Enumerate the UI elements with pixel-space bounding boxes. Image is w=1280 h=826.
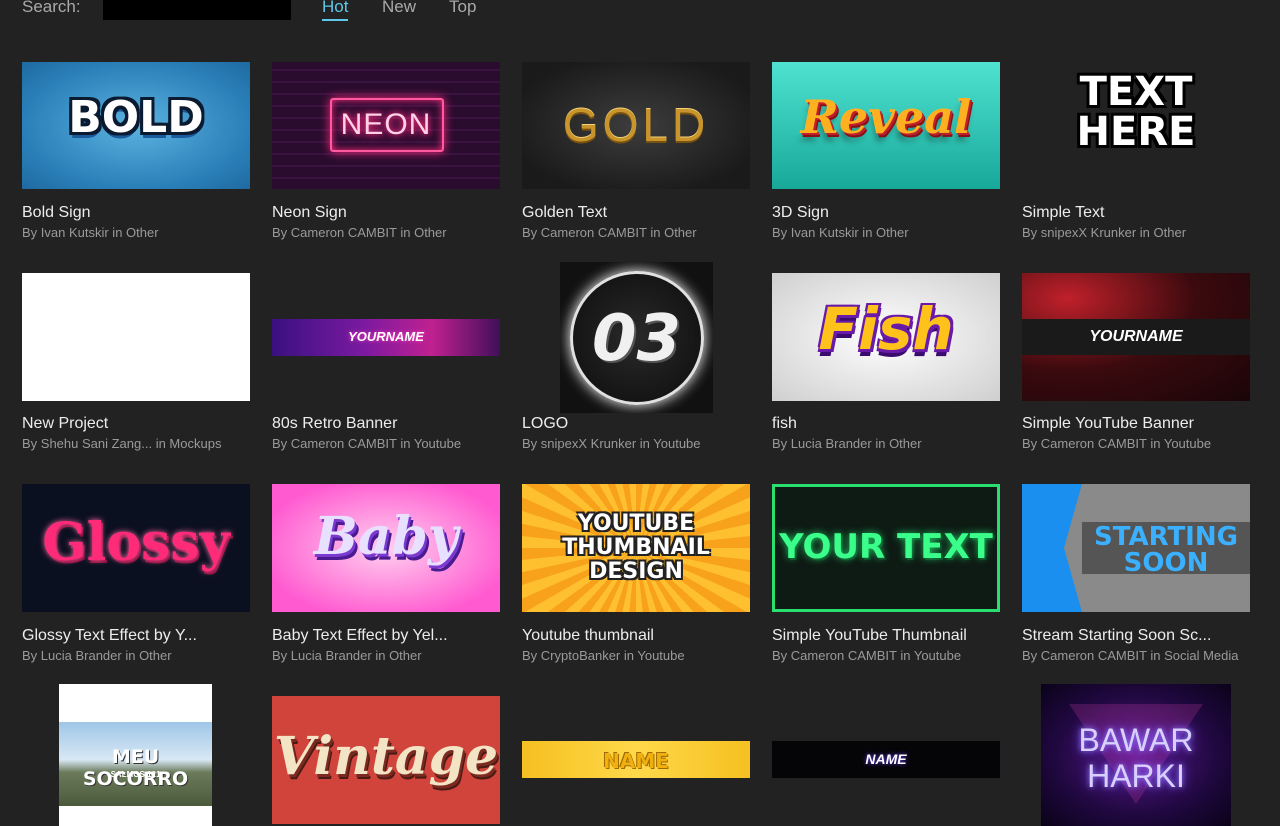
project-byline: By Cameron CAMBIT in Social Media xyxy=(1022,648,1239,663)
project-thumbnail[interactable]: STARTING SOON xyxy=(1022,484,1250,612)
project-thumbnail[interactable]: BAWAR HARKI xyxy=(1041,684,1231,826)
project-title[interactable]: Neon Sign xyxy=(272,204,347,222)
search-label: Search: xyxy=(22,0,81,16)
project-thumbnail[interactable]: YOUTUBE THUMBNAIL DESIGN xyxy=(522,484,750,612)
project-thumbnail[interactable]: GOLD xyxy=(522,62,750,189)
thumb-text: Fish xyxy=(818,295,954,363)
thumb-text: Glossy xyxy=(42,512,230,573)
thumb-text: TEXT HERE xyxy=(1076,69,1196,155)
thumb-text-block: TEXT HERE xyxy=(1022,72,1250,152)
project-byline: By Cameron CAMBIT in Other xyxy=(522,225,697,240)
project-thumbnail[interactable]: Baby xyxy=(272,484,500,612)
project-byline: By snipexX Krunker in Youtube xyxy=(522,436,701,451)
thumb-text: YOURNAME xyxy=(348,329,424,344)
thumb-text: 03 xyxy=(591,302,682,376)
project-title[interactable]: Bold Sign xyxy=(22,204,91,222)
project-thumbnail[interactable]: MEU SOCORRO SALMOS 121 xyxy=(59,684,212,826)
thumb-text: YOURNAME xyxy=(1089,328,1183,345)
project-thumbnail[interactable]: BOLD xyxy=(22,62,250,189)
tab-top[interactable]: Top xyxy=(449,0,476,17)
project-thumbnail[interactable]: Glossy xyxy=(22,484,250,612)
project-thumbnail[interactable]: NAME xyxy=(772,741,1000,778)
project-title[interactable]: Stream Starting Soon Sc... xyxy=(1022,627,1211,645)
project-title[interactable]: Golden Text xyxy=(522,204,607,222)
project-thumbnail[interactable]: 03 xyxy=(560,262,713,413)
project-title[interactable]: Simple YouTube Thumbnail xyxy=(772,627,967,645)
project-title[interactable]: Glossy Text Effect by Y... xyxy=(22,627,197,645)
thumb-text: STARTING SOON xyxy=(1094,522,1238,578)
project-title[interactable]: Simple Text xyxy=(1022,204,1104,222)
project-thumbnail[interactable]: YOUR TEXT xyxy=(772,484,1000,612)
project-title[interactable]: 3D Sign xyxy=(772,204,829,222)
thumb-text: NAME xyxy=(865,751,907,767)
thumb-text: NEON xyxy=(340,108,432,141)
project-title[interactable]: Simple YouTube Banner xyxy=(1022,415,1194,433)
thumb-text: YOUR TEXT xyxy=(779,527,993,567)
thumb-text: GOLD xyxy=(562,99,710,151)
thumb-text: YOUTUBE THUMBNAIL DESIGN xyxy=(562,511,710,584)
project-byline: By Ivan Kutskir in Other xyxy=(22,225,159,240)
project-thumbnail[interactable]: YOURNAME xyxy=(272,319,500,356)
accent-shape xyxy=(1022,484,1082,612)
project-thumbnail[interactable]: Fish xyxy=(772,273,1000,401)
tab-new[interactable]: New xyxy=(382,0,416,17)
tab-hot[interactable]: Hot xyxy=(322,0,349,21)
project-title[interactable]: New Project xyxy=(22,415,108,433)
project-thumbnail[interactable]: NAME xyxy=(522,741,750,778)
project-thumbnail[interactable]: Vintage xyxy=(272,696,500,824)
project-title[interactable]: Baby Text Effect by Yel... xyxy=(272,627,448,645)
project-byline: By CryptoBanker in Youtube xyxy=(522,648,685,663)
thumb-text: Reveal xyxy=(800,90,972,144)
project-thumbnail[interactable]: TEXT HERE xyxy=(1022,62,1250,189)
thumb-text: Vintage xyxy=(273,726,499,787)
project-byline: By Ivan Kutskir in Other xyxy=(772,225,909,240)
project-title[interactable]: LOGO xyxy=(522,415,568,433)
thumb-text: NAME xyxy=(603,749,669,773)
project-byline: By Cameron CAMBIT in Youtube xyxy=(272,436,462,451)
project-byline: By Shehu Sani Zang... in Mockups xyxy=(22,436,222,451)
thumb-text: MEU SOCORRO xyxy=(82,746,189,790)
project-byline: By Cameron CAMBIT in Youtube xyxy=(772,648,962,663)
project-byline: By Lucia Brander in Other xyxy=(772,436,922,451)
top-bar: Search: Hot New Top xyxy=(0,0,1280,30)
project-title[interactable]: 80s Retro Banner xyxy=(272,415,397,433)
thumb-text: BOLD xyxy=(68,92,204,143)
search-input[interactable] xyxy=(103,0,291,20)
project-thumbnail[interactable]: YOURNAME xyxy=(1022,273,1250,401)
project-thumbnail[interactable]: NEON xyxy=(272,62,500,189)
project-thumbnail[interactable]: Reveal xyxy=(772,62,1000,189)
project-byline: By snipexX Krunker in Other xyxy=(1022,225,1187,240)
project-byline: By Cameron CAMBIT in Youtube xyxy=(1022,436,1212,451)
thumb-subtext: SALMOS 121 xyxy=(110,770,161,779)
project-byline: By Lucia Brander in Other xyxy=(272,648,422,663)
project-byline: By Cameron CAMBIT in Other xyxy=(272,225,447,240)
project-byline: By Lucia Brander in Other xyxy=(22,648,172,663)
thumb-text: BAWAR HARKI xyxy=(1078,722,1194,794)
project-thumbnail[interactable] xyxy=(22,273,250,401)
project-title[interactable]: fish xyxy=(772,415,797,433)
project-title[interactable]: Youtube thumbnail xyxy=(522,627,654,645)
thumb-text: Baby xyxy=(313,506,459,567)
